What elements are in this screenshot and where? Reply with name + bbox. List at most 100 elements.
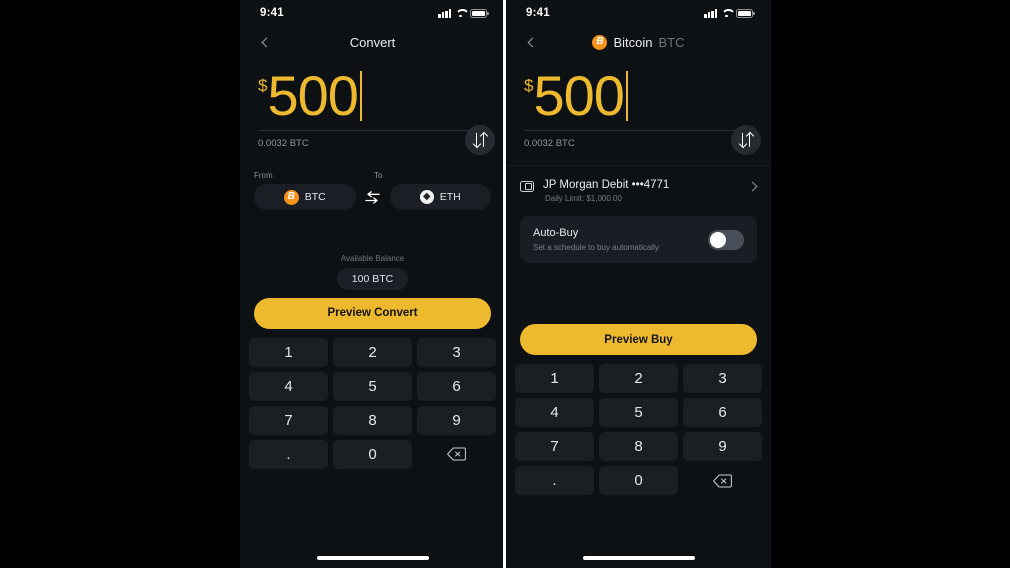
amount-row[interactable]: $ 500: [258, 68, 487, 126]
from-label: From: [254, 171, 273, 180]
key-7[interactable]: 7: [249, 405, 328, 435]
ethereum-coin-icon: ◆: [419, 190, 434, 204]
page-title: Convert: [349, 34, 396, 50]
swap-vertical-icon: [474, 133, 487, 147]
chevron-right-icon: [747, 181, 758, 192]
back-button[interactable]: [520, 31, 542, 53]
home-area-buy: [506, 495, 771, 568]
amount-underline: [524, 130, 753, 131]
bitcoin-coin-icon: B: [592, 34, 608, 50]
auto-buy-card[interactable]: Auto-Buy Set a schedule to buy automatic…: [520, 216, 757, 263]
key-1[interactable]: 1: [249, 337, 328, 367]
key-6[interactable]: 6: [417, 371, 496, 401]
key-8[interactable]: 8: [333, 405, 412, 435]
page-title-symbol: BTC: [658, 34, 685, 50]
nav-bar-buy: B Bitcoin BTC: [506, 26, 771, 58]
backspace-delete-icon: [713, 474, 732, 488]
from-currency-pill[interactable]: B BTC: [254, 184, 356, 210]
key-6[interactable]: 6: [683, 398, 762, 427]
panel-divider: [503, 0, 506, 568]
auto-buy-toggle[interactable]: [708, 229, 744, 250]
converted-amount: 0.0032 BTC: [258, 138, 309, 149]
toggle-knob: [710, 231, 726, 248]
text-caret: [359, 71, 362, 121]
payment-method-name: JP Morgan Debit •••4771: [543, 179, 670, 191]
wifi-icon: [455, 9, 466, 18]
cta-wrap-buy: Preview Buy: [506, 324, 771, 355]
text-caret: [625, 71, 628, 121]
key-5[interactable]: 5: [599, 398, 678, 427]
chevron-left-icon: [527, 37, 537, 47]
payment-daily-limit: Daily Limit: $1,000.00: [545, 194, 622, 203]
numeric-keypad-convert: 1 2 3 4 5 6 7 8 9 . 0: [240, 329, 505, 469]
amount-value: 500: [267, 64, 358, 127]
key-3[interactable]: 3: [417, 337, 496, 367]
available-balance-value[interactable]: 100 BTC: [336, 267, 409, 290]
status-time: 9:41: [526, 7, 550, 19]
home-area-convert: [240, 469, 505, 568]
back-button[interactable]: [254, 31, 276, 53]
swap-horizontal-icon: [365, 190, 380, 204]
key-2[interactable]: 2: [599, 364, 678, 393]
status-icons: [704, 8, 755, 18]
amount-input-block-buy: $ 500 0.0032 BTC: [506, 58, 771, 155]
payment-method-row[interactable]: JP Morgan Debit •••4771 Daily Limit: $1,…: [506, 166, 771, 214]
auto-buy-subtitle: Set a schedule to buy automatically: [533, 243, 659, 252]
from-to-labels: From To: [254, 171, 491, 180]
amount-row[interactable]: $ 500: [524, 68, 753, 126]
payment-method-texts: JP Morgan Debit •••4771 Daily Limit: $1,…: [543, 179, 669, 203]
key-decimal[interactable]: .: [249, 439, 328, 469]
key-backspace[interactable]: [683, 466, 762, 495]
buy-body: JP Morgan Debit •••4771 Daily Limit: $1,…: [506, 149, 771, 324]
preview-convert-button[interactable]: Preview Convert: [254, 297, 491, 329]
home-indicator[interactable]: [582, 556, 695, 560]
status-time: 9:41: [260, 7, 284, 19]
currency-symbol: $: [524, 76, 534, 95]
credit-card-icon: [520, 181, 534, 192]
key-1[interactable]: 1: [515, 364, 594, 393]
page-title: Bitcoin: [613, 34, 653, 50]
available-balance-block: Available Balance 100 BTC: [240, 254, 505, 290]
key-0[interactable]: 0: [333, 439, 412, 469]
cta-wrap-convert: Preview Convert: [240, 297, 505, 329]
key-0[interactable]: 0: [599, 466, 678, 495]
key-4[interactable]: 4: [515, 398, 594, 427]
to-currency-pill[interactable]: ◆ ETH: [389, 184, 491, 210]
convert-body: From To B BTC ◆ ETH Available Balance 10…: [240, 149, 505, 298]
converted-amount: 0.0032 BTC: [524, 138, 575, 149]
amount-input-block-convert: $ 500 0.0032 BTC: [240, 58, 505, 155]
amount-underline: [258, 130, 487, 131]
key-3[interactable]: 3: [683, 364, 762, 393]
swap-direction-button[interactable]: [356, 190, 390, 204]
numeric-keypad-buy: 1 2 3 4 5 6 7 8 9 . 0: [506, 355, 771, 495]
bitcoin-coin-icon: B: [283, 189, 299, 205]
battery-icon: [470, 8, 489, 18]
backspace-delete-icon: [447, 447, 466, 461]
key-backspace[interactable]: [417, 440, 496, 469]
currency-symbol: $: [258, 76, 268, 95]
key-8[interactable]: 8: [599, 432, 678, 461]
wifi-icon: [721, 9, 732, 18]
key-2[interactable]: 2: [333, 337, 412, 367]
auto-buy-texts: Auto-Buy Set a schedule to buy automatic…: [533, 227, 659, 252]
key-decimal[interactable]: .: [515, 466, 594, 495]
page-title-row: B Bitcoin BTC: [592, 34, 685, 50]
signal-bars-icon: [438, 8, 451, 18]
signal-bars-icon: [704, 8, 717, 18]
to-label: To: [374, 171, 383, 180]
from-to-selector: From To B BTC ◆ ETH: [240, 149, 505, 210]
status-icons: [438, 8, 489, 18]
key-9[interactable]: 9: [417, 405, 496, 435]
status-bar-buy: 9:41: [506, 0, 771, 26]
key-5[interactable]: 5: [333, 371, 412, 401]
to-currency-symbol: ETH: [439, 191, 461, 203]
key-9[interactable]: 9: [683, 432, 762, 461]
screenshot-stage: 9:41 Convert $ 500 0.0032 BTC From To B …: [0, 0, 1010, 568]
convert-screen: 9:41 Convert $ 500 0.0032 BTC From To B …: [240, 0, 505, 568]
buy-screen: 9:41 B Bitcoin BTC $ 500 0.0032 BTC JP M…: [506, 0, 771, 568]
battery-icon: [736, 8, 755, 18]
key-4[interactable]: 4: [249, 371, 328, 401]
home-indicator[interactable]: [316, 556, 429, 560]
key-7[interactable]: 7: [515, 432, 594, 461]
preview-buy-button[interactable]: Preview Buy: [520, 324, 757, 355]
